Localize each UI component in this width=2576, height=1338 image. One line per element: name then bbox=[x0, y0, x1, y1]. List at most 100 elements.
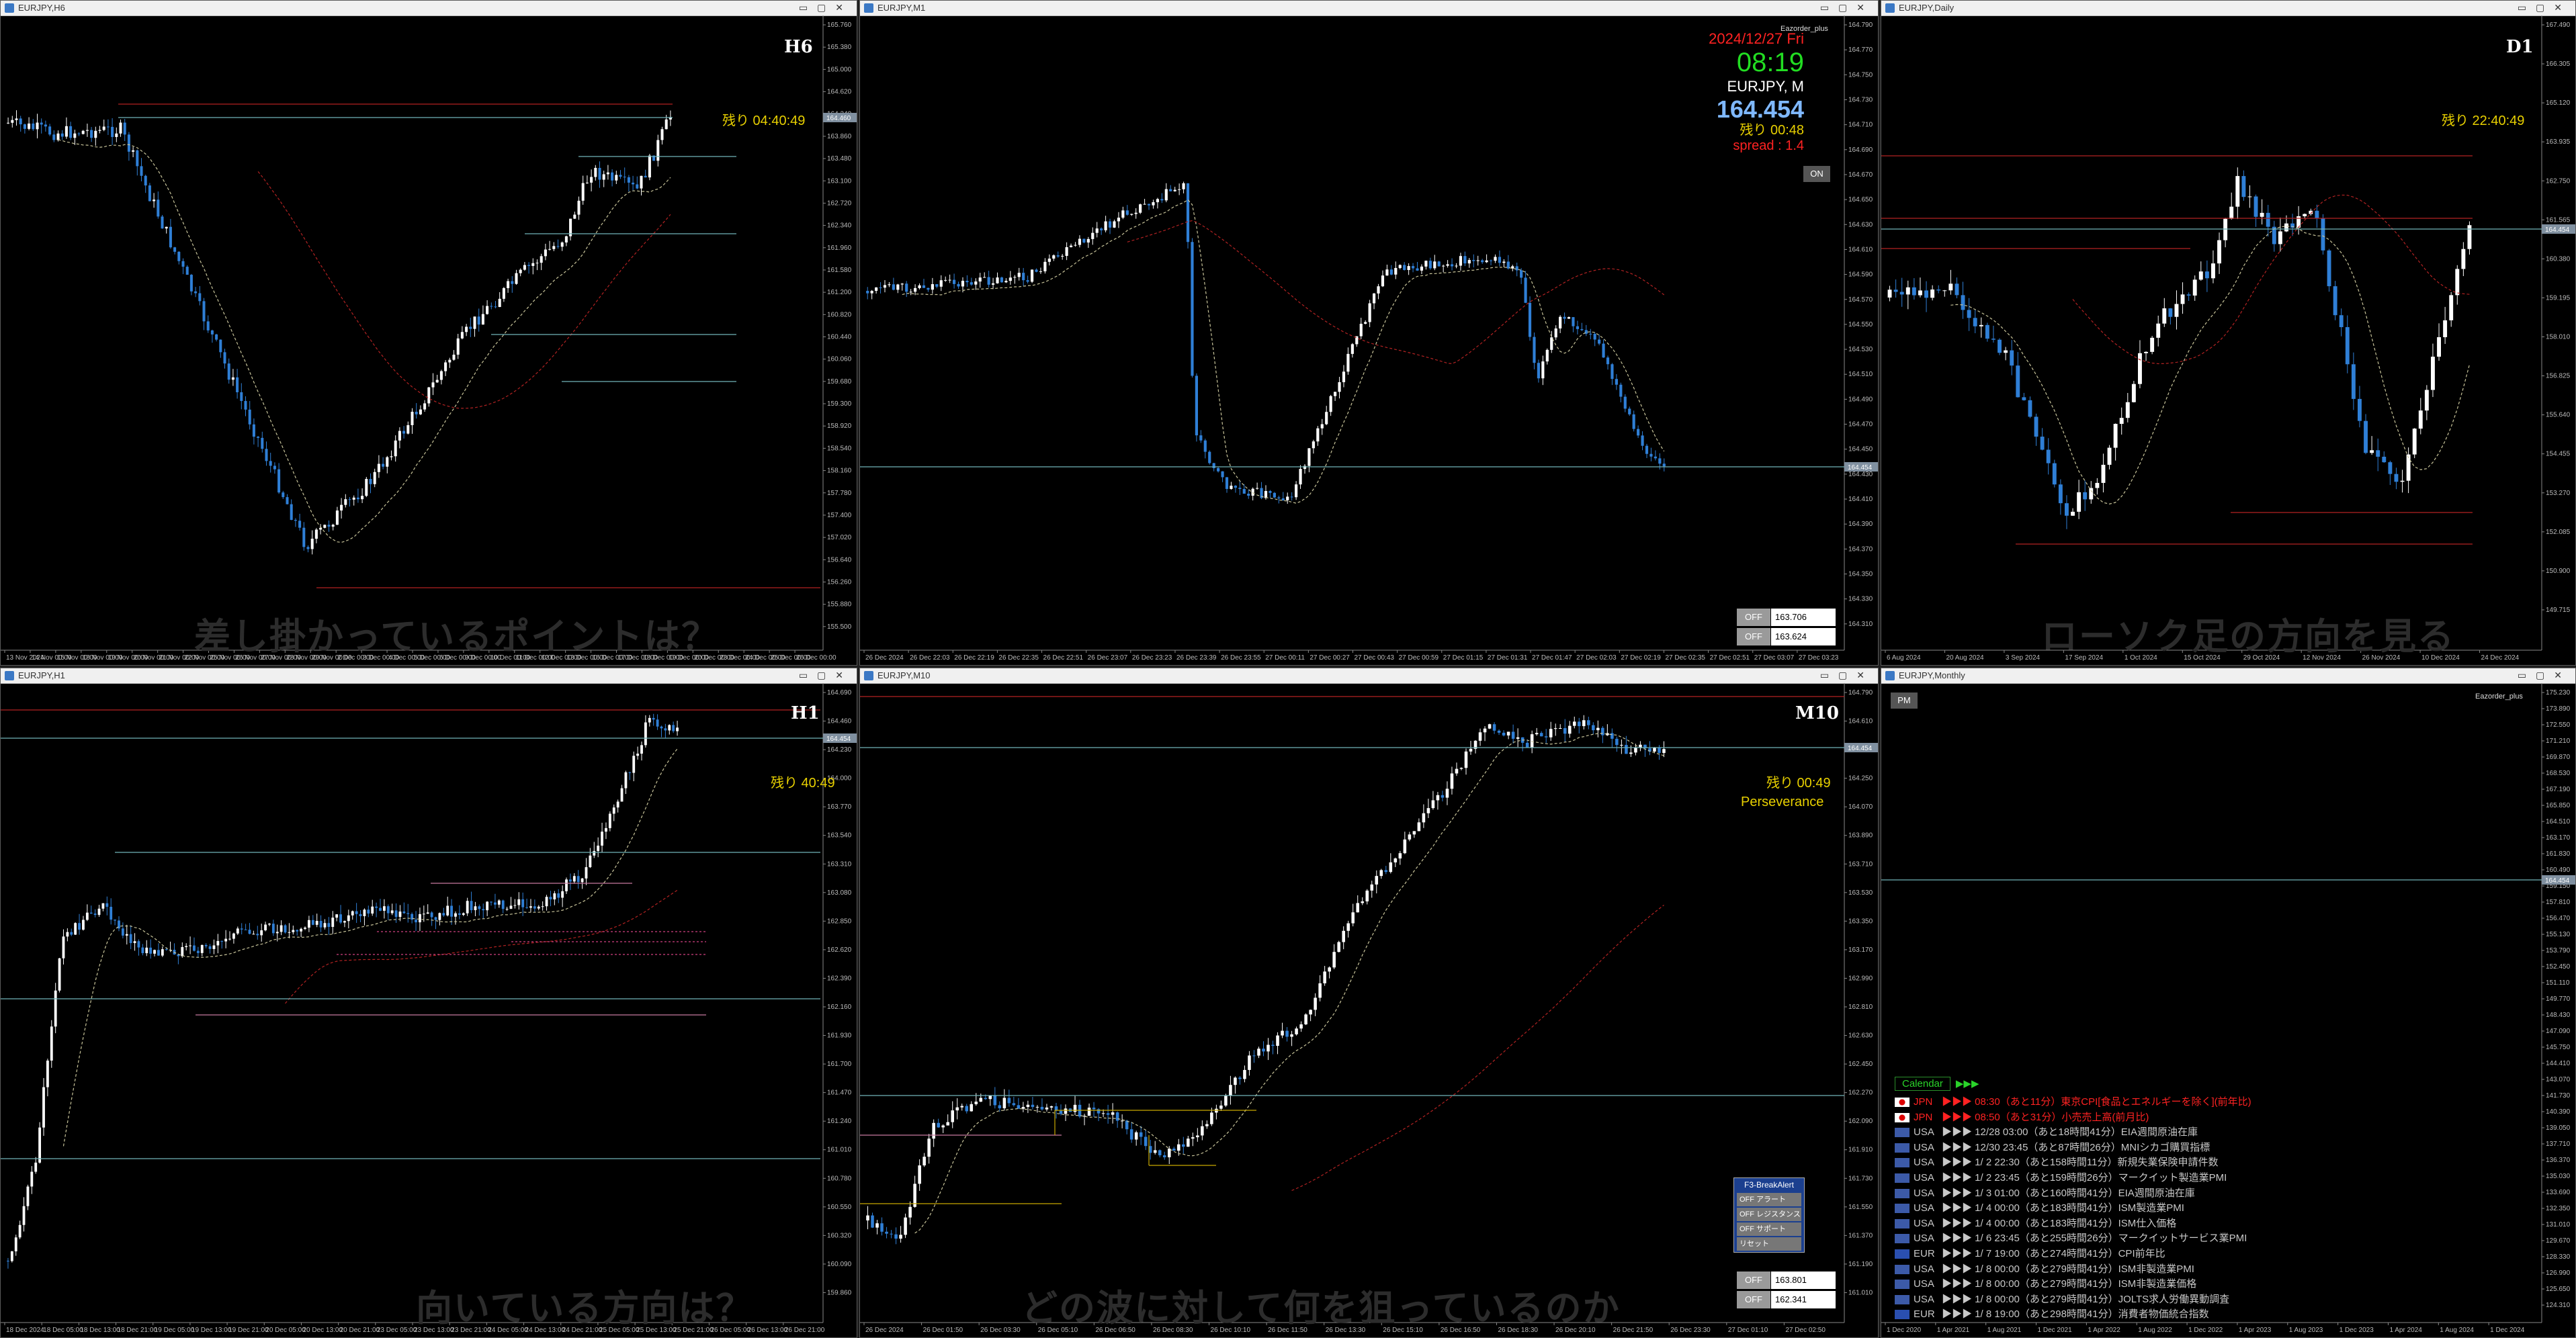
usa-flag-icon bbox=[1895, 1128, 1909, 1138]
candlestick-chart[interactable]: 164.790164.610164.430164.250164.070163.8… bbox=[860, 683, 1879, 1338]
candle-body bbox=[513, 905, 517, 906]
time-tick-label: 20 Dec 05:00 bbox=[265, 1327, 306, 1334]
chart-window-d1[interactable]: EURJPY,Daily ▭▢✕ 167.490 166.305 165.120 16… bbox=[1881, 0, 2576, 666]
resistance-toggle[interactable]: OFF レジスタンス bbox=[1737, 1208, 1801, 1221]
candle-body bbox=[1008, 277, 1012, 281]
calendar-event: JPN ▶▶▶ 08:50（あと31分）小売売上高(前月比) bbox=[1895, 1110, 2251, 1126]
candlestick-chart[interactable]: 164.690164.460164.230164.000163.770163.5… bbox=[1, 683, 857, 1338]
window-titlebar[interactable]: EURJPY,Daily ▭▢✕ bbox=[1881, 1, 2575, 16]
candle-body bbox=[672, 725, 675, 731]
candle-body bbox=[1002, 1098, 1006, 1108]
price-tick-label: 163.170 bbox=[2546, 834, 2571, 842]
candle-body bbox=[585, 867, 588, 879]
candle-body bbox=[1281, 498, 1285, 500]
price-tick-label: 163.080 bbox=[827, 889, 852, 897]
price-chart[interactable]: 164.790 164.770 164.750 164.730 164.710 164.6… bbox=[860, 15, 1878, 665]
time-tick-label: 27 Dec 03:23 bbox=[1799, 654, 1839, 662]
window-titlebar[interactable]: EURJPY,Monthly ▭▢✕ bbox=[1881, 668, 2575, 684]
level-value-1[interactable]: 163.706 bbox=[1771, 609, 1836, 626]
level-value-2[interactable]: 162.341 bbox=[1771, 1291, 1836, 1308]
window-titlebar[interactable]: EURJPY,M10 ▭▢✕ bbox=[860, 668, 1878, 684]
candle-body bbox=[1381, 275, 1385, 287]
chart-window-h1[interactable]: EURJPY,H1 ▭▢✕ 164.690 164.460 164.230 164.0… bbox=[0, 668, 857, 1338]
candle-body bbox=[236, 928, 239, 934]
candle-body bbox=[1611, 364, 1614, 380]
price-tick-label: 164.370 bbox=[1848, 545, 1873, 553]
window-titlebar[interactable]: EURJPY,M1 ▭▢✕ bbox=[860, 1, 1878, 16]
candle-body bbox=[177, 251, 181, 261]
time-tick-label: 26 Dec 23:39 bbox=[1176, 654, 1217, 662]
chart-window-m1[interactable]: EURJPY,M1 ▭▢✕ 164.790 164.770 164.750 164.7… bbox=[859, 0, 1879, 666]
break-alert-header[interactable]: F3-BreakAlert bbox=[1734, 1178, 1804, 1192]
off-button-1[interactable]: OFF bbox=[1737, 609, 1770, 626]
candle-body bbox=[1472, 260, 1475, 261]
price-tick-label: 144.410 bbox=[2546, 1060, 2571, 1067]
price-chart[interactable]: 165.760165.380165.000164.620164.240163.8… bbox=[1, 15, 857, 665]
candle-body bbox=[157, 199, 160, 217]
strategy-label: Perseverance bbox=[1741, 795, 1824, 809]
window-controls[interactable]: ▭▢✕ bbox=[2518, 670, 2571, 681]
candle-body bbox=[1601, 727, 1604, 735]
event-text: ▶▶▶ 1/ 2 22:30（あと158時間11分）新規失業保険申請件数 bbox=[1942, 1157, 2219, 1169]
candle-body bbox=[606, 172, 609, 175]
price-chart[interactable]: 175.230 173.890 172.550 171.210 169.870 168.5… bbox=[1881, 683, 2575, 1337]
candle-body bbox=[1602, 343, 1605, 358]
chart-window-m10[interactable]: EURJPY,M10 ▭▢✕ 164.790164.610164.430164.… bbox=[859, 668, 1879, 1338]
candle-body bbox=[2406, 454, 2411, 481]
window-controls[interactable]: ▭▢✕ bbox=[1820, 670, 1874, 681]
alert-toggle[interactable]: OFF アラート bbox=[1737, 1193, 1801, 1206]
candle-body bbox=[1528, 302, 1532, 337]
pm-button[interactable]: PM bbox=[1891, 693, 1918, 709]
price-chart[interactable]: 167.490 166.305 165.120 163.935 162.750 161.5… bbox=[1881, 15, 2575, 665]
candle-body bbox=[1125, 1120, 1129, 1130]
window-controls[interactable]: ▭▢✕ bbox=[799, 670, 853, 681]
price-tick-label: 158.160 bbox=[827, 467, 852, 475]
reset-button[interactable]: リセット bbox=[1737, 1237, 1801, 1251]
calendar-button[interactable]: Calendar bbox=[1895, 1077, 1950, 1091]
candle-body bbox=[1991, 339, 1995, 340]
chart-window-h6[interactable]: EURJPY,H6 ▭▢✕ 165.760 165.380 165.000 164.6… bbox=[0, 0, 857, 666]
on-toggle-button[interactable]: ON bbox=[1803, 166, 1830, 182]
candle-body bbox=[1111, 1112, 1115, 1115]
time-tick-label: 18 Dec 05:00 bbox=[43, 1327, 83, 1334]
window-controls[interactable]: ▭▢✕ bbox=[2518, 2, 2571, 13]
window-controls[interactable]: ▭▢✕ bbox=[799, 2, 853, 13]
candle-body bbox=[549, 897, 552, 900]
candle-body bbox=[1948, 283, 1953, 291]
chart-window-monthly[interactable]: EURJPY,Monthly ▭▢✕ 175.230 173.890 172.550… bbox=[1881, 668, 2576, 1338]
off-button-1[interactable]: OFF bbox=[1737, 1272, 1770, 1289]
candle-body bbox=[896, 284, 900, 290]
price-tick-label: 164.590 bbox=[1848, 271, 1873, 279]
price-chart[interactable]: 164.690 164.460 164.230 164.000 163.770 163.5… bbox=[1, 683, 857, 1337]
price-tick-label: 153.270 bbox=[2546, 490, 2571, 497]
candle-body bbox=[1558, 727, 1562, 729]
candle-body bbox=[314, 529, 318, 539]
level-value-2[interactable]: 163.624 bbox=[1771, 628, 1836, 645]
candle-body bbox=[2071, 511, 2075, 516]
support-toggle[interactable]: OFF サポート bbox=[1737, 1222, 1801, 1236]
calendar-event: USA ▶▶▶ 1/ 2 23:45（あと159時間26分）マークイット製造業PM… bbox=[1895, 1171, 2251, 1186]
candle-body bbox=[605, 828, 607, 832]
candle-body bbox=[1290, 496, 1293, 498]
price-chart[interactable]: 164.790164.610164.430164.250164.070163.8… bbox=[860, 683, 1878, 1337]
candle-body bbox=[1632, 414, 1635, 429]
candle-body bbox=[1539, 733, 1543, 737]
fast-moving-average bbox=[902, 199, 1665, 504]
candle-body bbox=[1389, 862, 1393, 873]
window-controls[interactable]: ▭▢✕ bbox=[1820, 2, 1874, 13]
candle-body bbox=[2186, 294, 2191, 296]
candle-body bbox=[331, 525, 335, 527]
candle-body bbox=[248, 930, 251, 934]
window-titlebar[interactable]: EURJPY,H1 ▭▢✕ bbox=[1, 668, 857, 684]
off-button-2[interactable]: OFF bbox=[1737, 628, 1770, 645]
candle-body bbox=[494, 306, 497, 308]
window-titlebar[interactable]: EURJPY,H6 ▭▢✕ bbox=[1, 1, 857, 16]
candle-body bbox=[1408, 834, 1412, 840]
off-button-2[interactable]: OFF bbox=[1737, 1291, 1770, 1308]
candle-body bbox=[1422, 813, 1426, 823]
candle-body bbox=[398, 431, 401, 441]
candle-body bbox=[335, 914, 339, 918]
candle-body bbox=[927, 287, 930, 290]
level-value-1[interactable]: 163.801 bbox=[1771, 1272, 1836, 1289]
candle-body bbox=[438, 913, 441, 920]
